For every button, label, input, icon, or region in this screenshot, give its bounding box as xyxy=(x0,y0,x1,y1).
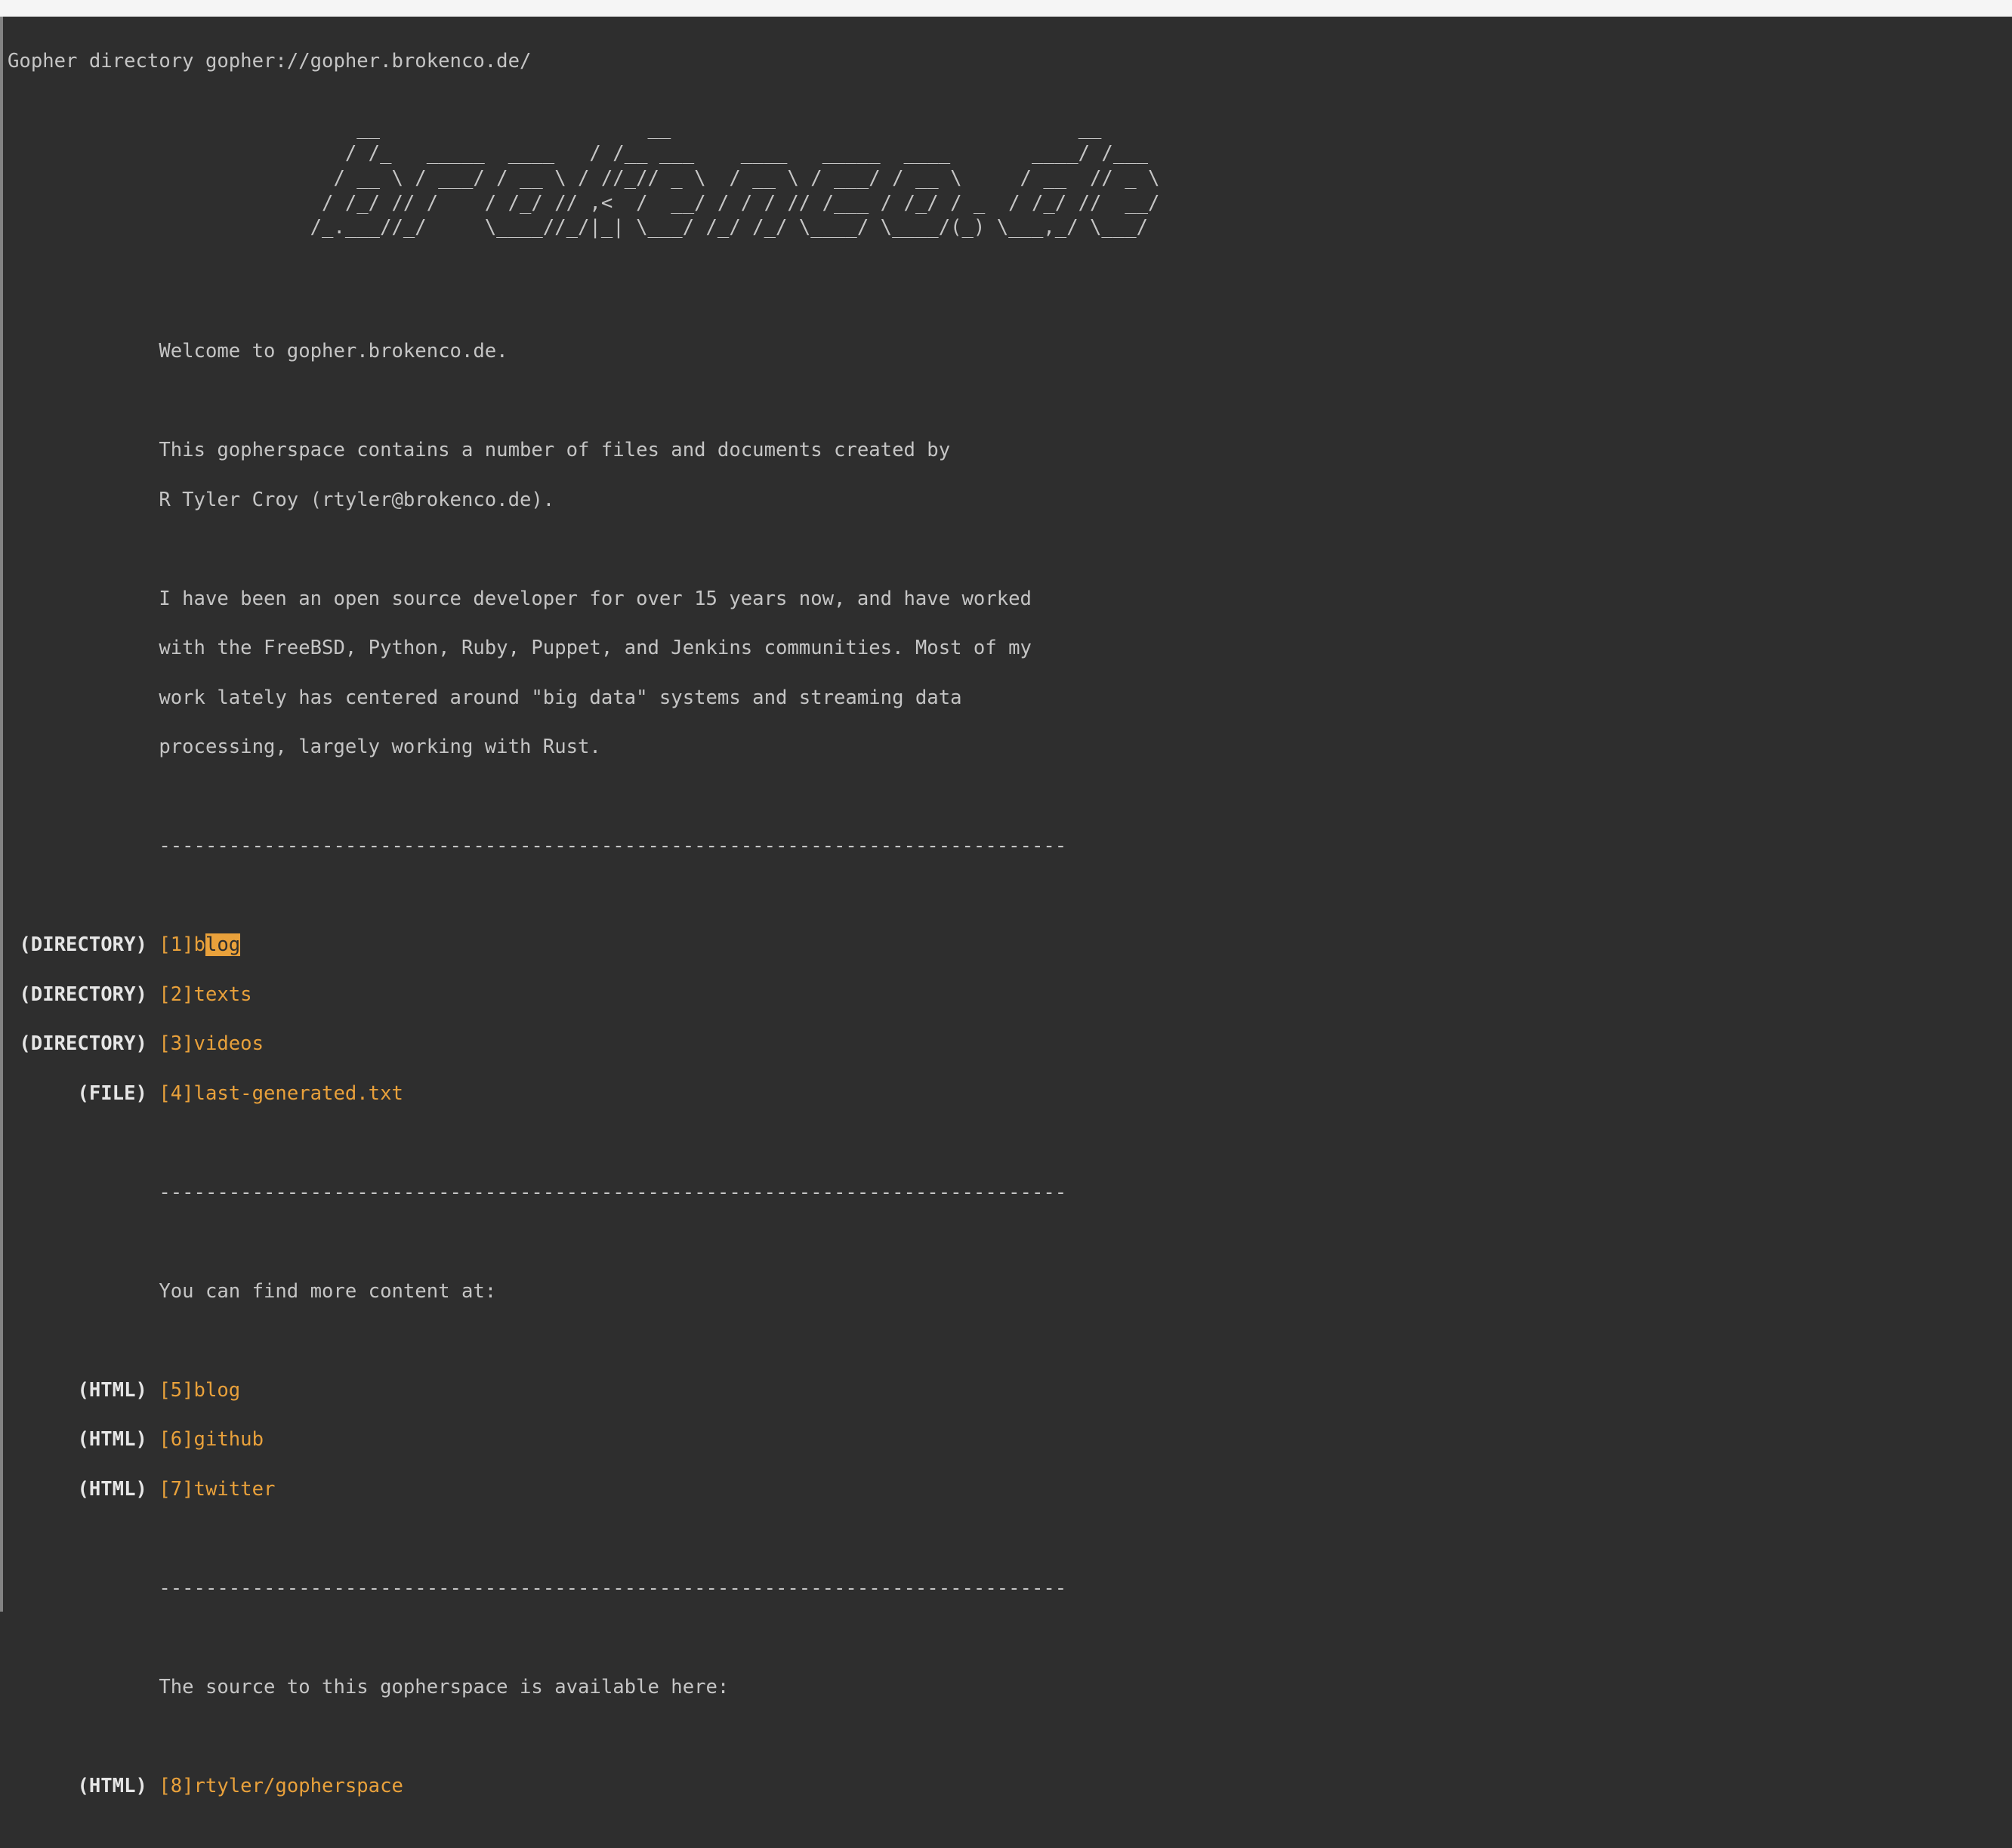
entry-index: [2] xyxy=(159,983,193,1006)
entry-index: [5] xyxy=(159,1379,193,1402)
bio-line: processing, largely working with Rust. xyxy=(159,736,601,758)
entry-index: [1] xyxy=(159,933,193,956)
gopher-page: Gopher directory gopher://gopher.brokenc… xyxy=(0,17,2012,1848)
bio-line: I have been an open source developer for… xyxy=(159,588,1032,610)
page-title: Gopher directory gopher://gopher.brokenc… xyxy=(0,42,2012,74)
list-item[interactable]: (HTML) [7]twitter xyxy=(8,1477,2012,1502)
entry-label: videos xyxy=(194,1032,264,1055)
window-top-strip xyxy=(0,0,2012,17)
list-item[interactable]: (HTML) [8]rtyler/gopherspace xyxy=(8,1774,2012,1799)
entry-index: [8] xyxy=(159,1775,193,1797)
entry-label: last-generated.txt xyxy=(194,1082,403,1105)
intro-line: R Tyler Croy (rtyler@brokenco.de). xyxy=(159,489,554,511)
entry-index: [6] xyxy=(159,1428,193,1451)
list-item[interactable]: (DIRECTORY) [3]videos xyxy=(8,1032,2012,1057)
entry-type: (HTML) xyxy=(8,1427,147,1452)
divider: ----------------------------------------… xyxy=(159,835,1066,857)
entry-prefix: b xyxy=(194,933,205,956)
entry-label: texts xyxy=(194,983,252,1006)
content-body: Welcome to gopher.brokenco.de. This goph… xyxy=(0,265,2012,1823)
divider: ----------------------------------------… xyxy=(159,1577,1066,1600)
entry-label: github xyxy=(194,1428,264,1451)
entry-selected: log xyxy=(205,933,240,956)
divider: ----------------------------------------… xyxy=(159,1181,1066,1204)
list-item[interactable]: (HTML) [5]blog xyxy=(8,1378,2012,1403)
bio-line: with the FreeBSD, Python, Ruby, Puppet, … xyxy=(159,637,1032,659)
entry-type: (HTML) xyxy=(8,1477,147,1502)
entry-index: [7] xyxy=(159,1478,193,1501)
bio-line: work lately has centered around "big dat… xyxy=(159,686,961,709)
intro-line: This gopherspace contains a number of fi… xyxy=(159,439,950,461)
entry-label: blog xyxy=(194,1379,241,1402)
entry-index: [3] xyxy=(159,1032,193,1055)
welcome-text: Welcome to gopher.brokenco.de. xyxy=(159,340,508,363)
entry-type: (FILE) xyxy=(8,1081,147,1106)
entry-label: rtyler/gopherspace xyxy=(194,1775,403,1797)
entry-type: (DIRECTORY) xyxy=(8,933,147,958)
window-left-strip xyxy=(0,17,3,1612)
list-item[interactable]: (DIRECTORY) [2]texts xyxy=(8,983,2012,1007)
ascii-art-banner: __ __ __ / /_ _____ ____ / /__ ___ ____ … xyxy=(0,98,2012,240)
entry-index: [4] xyxy=(159,1082,193,1105)
entry-label: twitter xyxy=(194,1478,276,1501)
list-item[interactable]: (HTML) [6]github xyxy=(8,1427,2012,1452)
entry-type: (HTML) xyxy=(8,1378,147,1403)
source-text: The source to this gopherspace is availa… xyxy=(159,1676,729,1698)
entry-type: (DIRECTORY) xyxy=(8,983,147,1007)
entry-type: (HTML) xyxy=(8,1774,147,1799)
list-item[interactable]: (FILE) [4]last-generated.txt xyxy=(8,1081,2012,1106)
more-content-text: You can find more content at: xyxy=(159,1280,496,1303)
list-item[interactable]: (DIRECTORY) [1]blog xyxy=(8,933,2012,958)
entry-type: (DIRECTORY) xyxy=(8,1032,147,1057)
